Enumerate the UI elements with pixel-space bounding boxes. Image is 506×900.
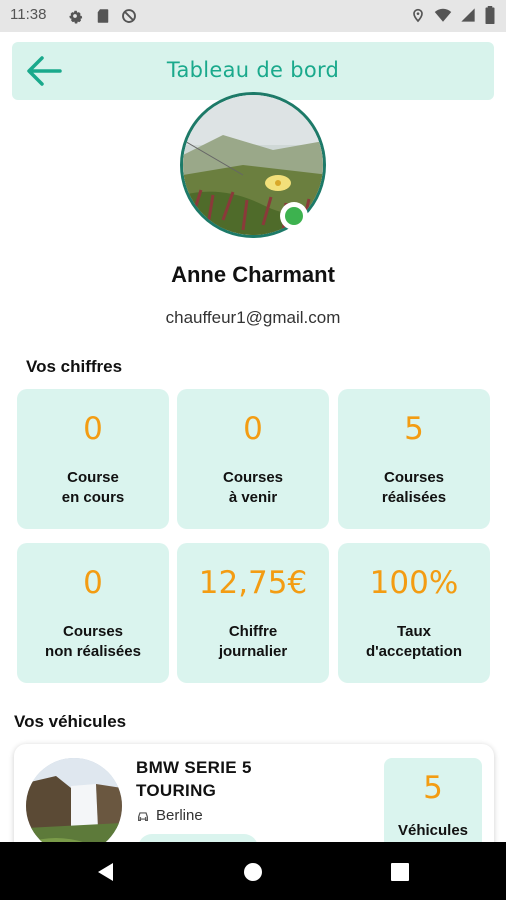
stat-value: 0: [83, 411, 103, 447]
stat-label: Courses réalisées: [381, 469, 447, 506]
stat-card-upcoming-courses[interactable]: 0 Courses à venir: [177, 389, 329, 529]
home-nav-icon[interactable]: [242, 861, 264, 883]
stat-card-completed-courses[interactable]: 5 Courses réalisées: [338, 389, 490, 529]
sd-card-icon: [97, 9, 109, 23]
stat-label: Taux d'acceptation: [365, 623, 463, 660]
vehicle-type-label: Berline: [156, 807, 203, 824]
vehicles-section-title: Vos véhicules: [14, 712, 127, 731]
stat-value: 100%: [369, 565, 459, 601]
stat-card-uncompleted-courses[interactable]: 0 Courses non réalisées: [17, 543, 169, 683]
system-nav-bar: [0, 842, 506, 900]
stat-card-current-course[interactable]: 0 Course en cours: [17, 389, 169, 529]
stat-value: 0: [83, 565, 103, 601]
profile-avatar-wrapper[interactable]: [180, 92, 326, 238]
user-name: Anne Charmant: [171, 262, 335, 287]
vehicle-name: BMW SERIE 5 TOURING: [136, 758, 252, 800]
status-time: 11:38: [10, 6, 47, 23]
car-icon: [138, 811, 148, 821]
vehicle-count-label: Véhicules: [397, 822, 469, 839]
vehicle-photo: [26, 758, 122, 854]
stats-section-title: Vos chiffres: [26, 357, 123, 376]
no-sync-icon: [122, 9, 136, 23]
signal-icon: [461, 8, 475, 22]
status-bar: 11:38: [0, 0, 506, 32]
stat-value: 5: [404, 411, 424, 447]
stat-card-daily-revenue[interactable]: 12,75€ Chiffre journalier: [177, 543, 329, 683]
stat-value: 12,75€: [198, 565, 308, 601]
back-nav-icon[interactable]: [95, 861, 117, 883]
recents-nav-icon[interactable]: [389, 861, 411, 883]
online-status-indicator: [280, 202, 308, 230]
location-icon: [413, 8, 423, 23]
stat-label: Course en cours: [61, 469, 125, 506]
stat-label: Chiffre journalier: [218, 623, 288, 660]
stat-value: 0: [243, 411, 263, 447]
stat-label: Courses à venir: [222, 469, 284, 506]
battery-icon: [485, 6, 495, 24]
page-title: Tableau de bord: [166, 58, 340, 82]
stat-card-acceptance-rate[interactable]: 100% Taux d'acceptation: [338, 543, 490, 683]
gear-icon: [69, 10, 83, 24]
vehicle-image: [26, 758, 122, 854]
stat-label: Courses non réalisées: [45, 623, 141, 660]
vehicle-type: Berline: [136, 807, 203, 824]
vehicle-count-value: 5: [423, 770, 443, 806]
user-email: chauffeur1@gmail.com: [165, 308, 341, 327]
wifi-icon: [434, 8, 452, 22]
